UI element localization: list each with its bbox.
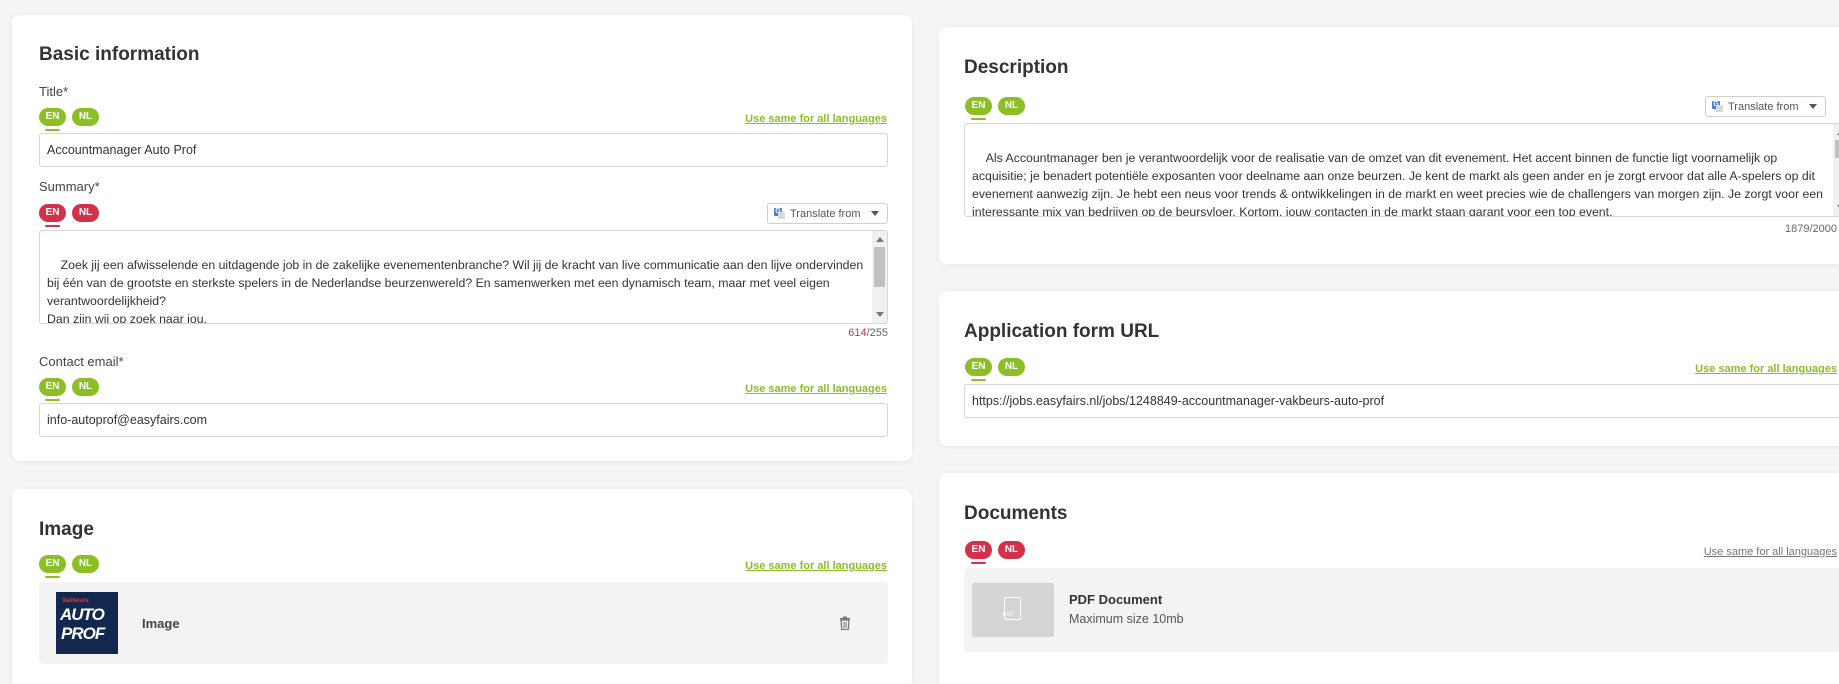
image-card: Image EN NL Use same for all languages V… [12,489,912,684]
description-scrollbar[interactable] [1833,124,1839,216]
pdf-placeholder[interactable]: PDF [972,583,1054,637]
description-translate-dropdown[interactable]: G Translate from [1705,96,1826,117]
pdf-document-size-hint: Maximum size 10mb [1069,612,1184,626]
description-textarea[interactable]: Als Accountmanager ben je verantwoordeli… [964,123,1839,217]
summary-scroll-thumb[interactable] [874,247,885,287]
translate-label: Translate from [790,207,861,220]
image-tab-en[interactable]: EN [39,555,66,578]
description-char-counter: 1879/2000 [1785,223,1837,235]
summary-char-counter: 614/255 [848,327,888,339]
image-title: Image [39,519,94,540]
title-label: Title* [39,84,69,99]
documents-tab-en[interactable]: EN [965,541,992,564]
thumbnail-brand-prof: PROF [61,624,105,643]
translate-label: Translate from [1728,100,1799,113]
chevron-down-icon [870,211,879,216]
document-upload-row[interactable]: PDF PDF Document Maximum size 10mb [964,568,1839,652]
summary-char-count: 614 [848,327,867,339]
summary-scrollbar[interactable] [872,231,887,323]
pdf-icon-text: PDF [1003,612,1013,618]
summary-label: Summary* [39,179,100,194]
summary-textarea[interactable]: Zoek jij een afwisselende en uitdagende … [39,230,888,324]
description-scroll-thumb[interactable] [1835,140,1839,158]
summary-char-max: /255 [866,327,888,339]
contact-email-label: Contact email* [39,354,124,369]
summary-tab-en[interactable]: EN [39,204,66,227]
image-tab-nl[interactable]: NL [72,555,99,573]
image-item-row: Vakbeurs AUTO PROF Image [39,582,888,664]
application-language-tabs: EN NL [965,358,1025,381]
description-title: Description [964,57,1069,78]
image-language-tabs: EN NL [39,555,99,578]
basic-information-card: Basic information Title* EN NL Use same … [12,15,912,461]
summary-text: Zoek jij een afwisselende en uitdagende … [47,258,864,324]
summary-translate-dropdown[interactable]: G Translate from [767,203,888,224]
application-use-same-link[interactable]: Use same for all languages [1695,363,1837,375]
title-use-same-link[interactable]: Use same for all languages [745,113,887,125]
application-url-input[interactable]: https://jobs.easyfairs.nl/jobs/1248849-a… [964,384,1839,418]
application-tab-nl[interactable]: NL [998,358,1025,376]
description-language-tabs: EN NL [965,97,1025,120]
title-language-tabs: EN NL [39,108,99,131]
description-tab-nl[interactable]: NL [998,97,1025,115]
documents-title: Documents [964,503,1068,524]
title-tab-en[interactable]: EN [39,108,66,131]
documents-tab-nl[interactable]: NL [998,541,1025,559]
application-tab-en[interactable]: EN [965,358,992,381]
pdf-document-title: PDF Document [1069,592,1163,607]
thumbnail-brand-auto: AUTO [60,605,105,624]
thumbnail-brand-small: Vakbeurs [62,598,89,604]
application-url-card: Application form URL EN NL Use same for … [939,291,1839,446]
contact-language-tabs: EN NL [39,378,99,401]
basic-information-title: Basic information [39,44,200,65]
documents-language-tabs: EN NL [965,541,1025,564]
image-use-same-link[interactable]: Use same for all languages [745,560,887,572]
google-translate-icon: G [774,208,785,219]
contact-email-input[interactable]: info-autoprof@easyfairs.com [39,403,888,437]
summary-language-tabs: EN NL [39,204,99,227]
description-tab-en[interactable]: EN [965,97,992,120]
google-translate-icon: G [1712,101,1723,112]
contact-tab-en[interactable]: EN [39,378,66,401]
title-input[interactable]: Accountmanager Auto Prof [39,133,888,167]
documents-card: Documents EN NL Use same for all languag… [939,473,1839,684]
image-thumbnail[interactable]: Vakbeurs AUTO PROF [56,592,118,654]
description-card: Description EN NL G Translate from Als A… [939,27,1839,264]
application-url-title: Application form URL [964,321,1160,342]
documents-use-same-link[interactable]: Use same for all languages [1704,546,1837,558]
image-item-label: Image [142,616,180,631]
chevron-down-icon [1808,104,1817,109]
scroll-up-icon[interactable] [876,237,884,242]
title-tab-nl[interactable]: NL [72,108,99,126]
description-text: Als Accountmanager ben je verantwoordeli… [972,151,1827,217]
contact-use-same-link[interactable]: Use same for all languages [745,383,887,395]
contact-tab-nl[interactable]: NL [72,378,99,396]
scroll-down-icon[interactable] [876,312,884,317]
trash-icon[interactable] [839,616,851,630]
summary-tab-nl[interactable]: NL [72,204,99,222]
